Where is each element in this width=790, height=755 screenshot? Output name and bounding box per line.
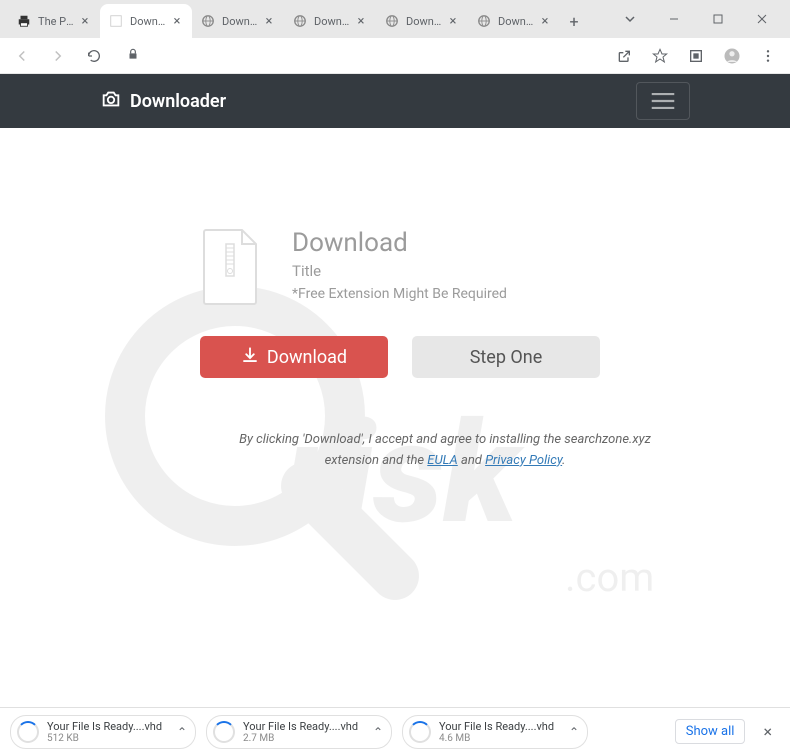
camera-icon (100, 88, 122, 115)
close-icon[interactable]: × (446, 14, 460, 28)
download-title: Title (292, 262, 507, 280)
close-button[interactable] (740, 5, 784, 33)
page-content: risk.com Download Title *Free Extension … (0, 128, 790, 707)
globe-icon (200, 13, 216, 29)
privacy-link[interactable]: Privacy Policy (485, 453, 562, 468)
tab-title: Downlo (406, 15, 442, 28)
bookmark-icon[interactable] (646, 42, 674, 70)
tab-2[interactable]: Downlo × (192, 4, 284, 38)
chevron-down-icon[interactable] (608, 5, 652, 33)
tab-title: Downlo (130, 15, 166, 28)
nav-toggle[interactable] (636, 82, 690, 120)
browser-titlebar: The Pira × Downlo × Downlo × Downlo × Do… (0, 0, 790, 38)
address-bar[interactable] (116, 42, 602, 70)
download-filename: Your File Is Ready....vhd (439, 720, 561, 733)
spinner-icon (17, 721, 39, 743)
toolbar-actions (610, 42, 782, 70)
tab-3[interactable]: Downlo × (284, 4, 376, 38)
new-tab-button[interactable]: + (560, 4, 588, 38)
brand[interactable]: Downloader (100, 88, 226, 115)
menu-icon[interactable] (754, 42, 782, 70)
tab-title: Downlo (314, 15, 350, 28)
download-item-0[interactable]: Your File Is Ready....vhd 512 KB ⌃ (10, 715, 196, 749)
tab-title: Downlo (222, 15, 258, 28)
tab-4[interactable]: Downlo × (376, 4, 468, 38)
download-filename: Your File Is Ready....vhd (243, 720, 365, 733)
download-text: Download Title *Free Extension Might Be … (292, 228, 507, 310)
download-filesize: 2.7 MB (243, 733, 365, 744)
forward-button[interactable] (44, 42, 72, 70)
tab-strip: The Pira × Downlo × Downlo × Downlo × Do… (8, 4, 602, 38)
download-item-1[interactable]: Your File Is Ready....vhd 2.7 MB ⌃ (206, 715, 392, 749)
maximize-button[interactable] (696, 5, 740, 33)
lock-icon (126, 46, 140, 65)
download-section: Download Title *Free Extension Might Be … (0, 128, 790, 472)
brand-name: Downloader (130, 91, 226, 112)
printer-icon (16, 13, 32, 29)
window-controls (602, 4, 790, 34)
download-button-label: Download (267, 347, 347, 368)
eula-link[interactable]: EULA (427, 453, 457, 468)
close-icon[interactable]: × (538, 14, 552, 28)
download-heading: Download (292, 228, 507, 258)
close-icon[interactable]: × (78, 14, 92, 28)
chevron-up-icon[interactable]: ⌃ (569, 725, 579, 739)
minimize-button[interactable] (652, 5, 696, 33)
show-all-button[interactable]: Show all (675, 719, 746, 744)
share-icon[interactable] (610, 42, 638, 70)
download-filename: Your File Is Ready....vhd (47, 720, 169, 733)
blank-favicon-icon (108, 13, 124, 29)
download-shelf: Your File Is Ready....vhd 512 KB ⌃ Your … (0, 707, 790, 755)
chevron-up-icon[interactable]: ⌃ (177, 725, 187, 739)
file-zip-icon (200, 228, 262, 310)
toolbar (0, 38, 790, 74)
extensions-icon[interactable] (682, 42, 710, 70)
tab-title: Downlo (498, 15, 534, 28)
reload-button[interactable] (80, 42, 108, 70)
tab-0[interactable]: The Pira × (8, 4, 100, 38)
tab-5[interactable]: Downlo × (468, 4, 560, 38)
globe-icon (384, 13, 400, 29)
svg-text:.com: .com (565, 554, 654, 601)
globe-icon (292, 13, 308, 29)
profile-icon[interactable] (718, 42, 746, 70)
tab-title: The Pira (38, 15, 74, 28)
close-icon[interactable]: × (262, 14, 276, 28)
site-header: Downloader (0, 74, 790, 128)
close-icon[interactable]: × (170, 14, 184, 28)
chevron-up-icon[interactable]: ⌃ (373, 725, 383, 739)
download-arrow-icon (241, 346, 259, 369)
step-button-label: Step One (470, 347, 543, 368)
legal-text: By clicking 'Download', I accept and agr… (200, 430, 690, 472)
hamburger-icon (650, 90, 676, 112)
download-filesize: 4.6 MB (439, 733, 561, 744)
close-icon[interactable]: × (354, 14, 368, 28)
back-button[interactable] (8, 42, 36, 70)
download-note: *Free Extension Might Be Required (292, 286, 507, 302)
globe-icon (476, 13, 492, 29)
spinner-icon (213, 721, 235, 743)
tab-1[interactable]: Downlo × (100, 4, 192, 38)
shelf-close-button[interactable]: × (755, 722, 780, 741)
download-filesize: 512 KB (47, 733, 169, 744)
spinner-icon (409, 721, 431, 743)
step-one-button[interactable]: Step One (412, 336, 600, 378)
download-button[interactable]: Download (200, 336, 388, 378)
download-item-2[interactable]: Your File Is Ready....vhd 4.6 MB ⌃ (402, 715, 588, 749)
